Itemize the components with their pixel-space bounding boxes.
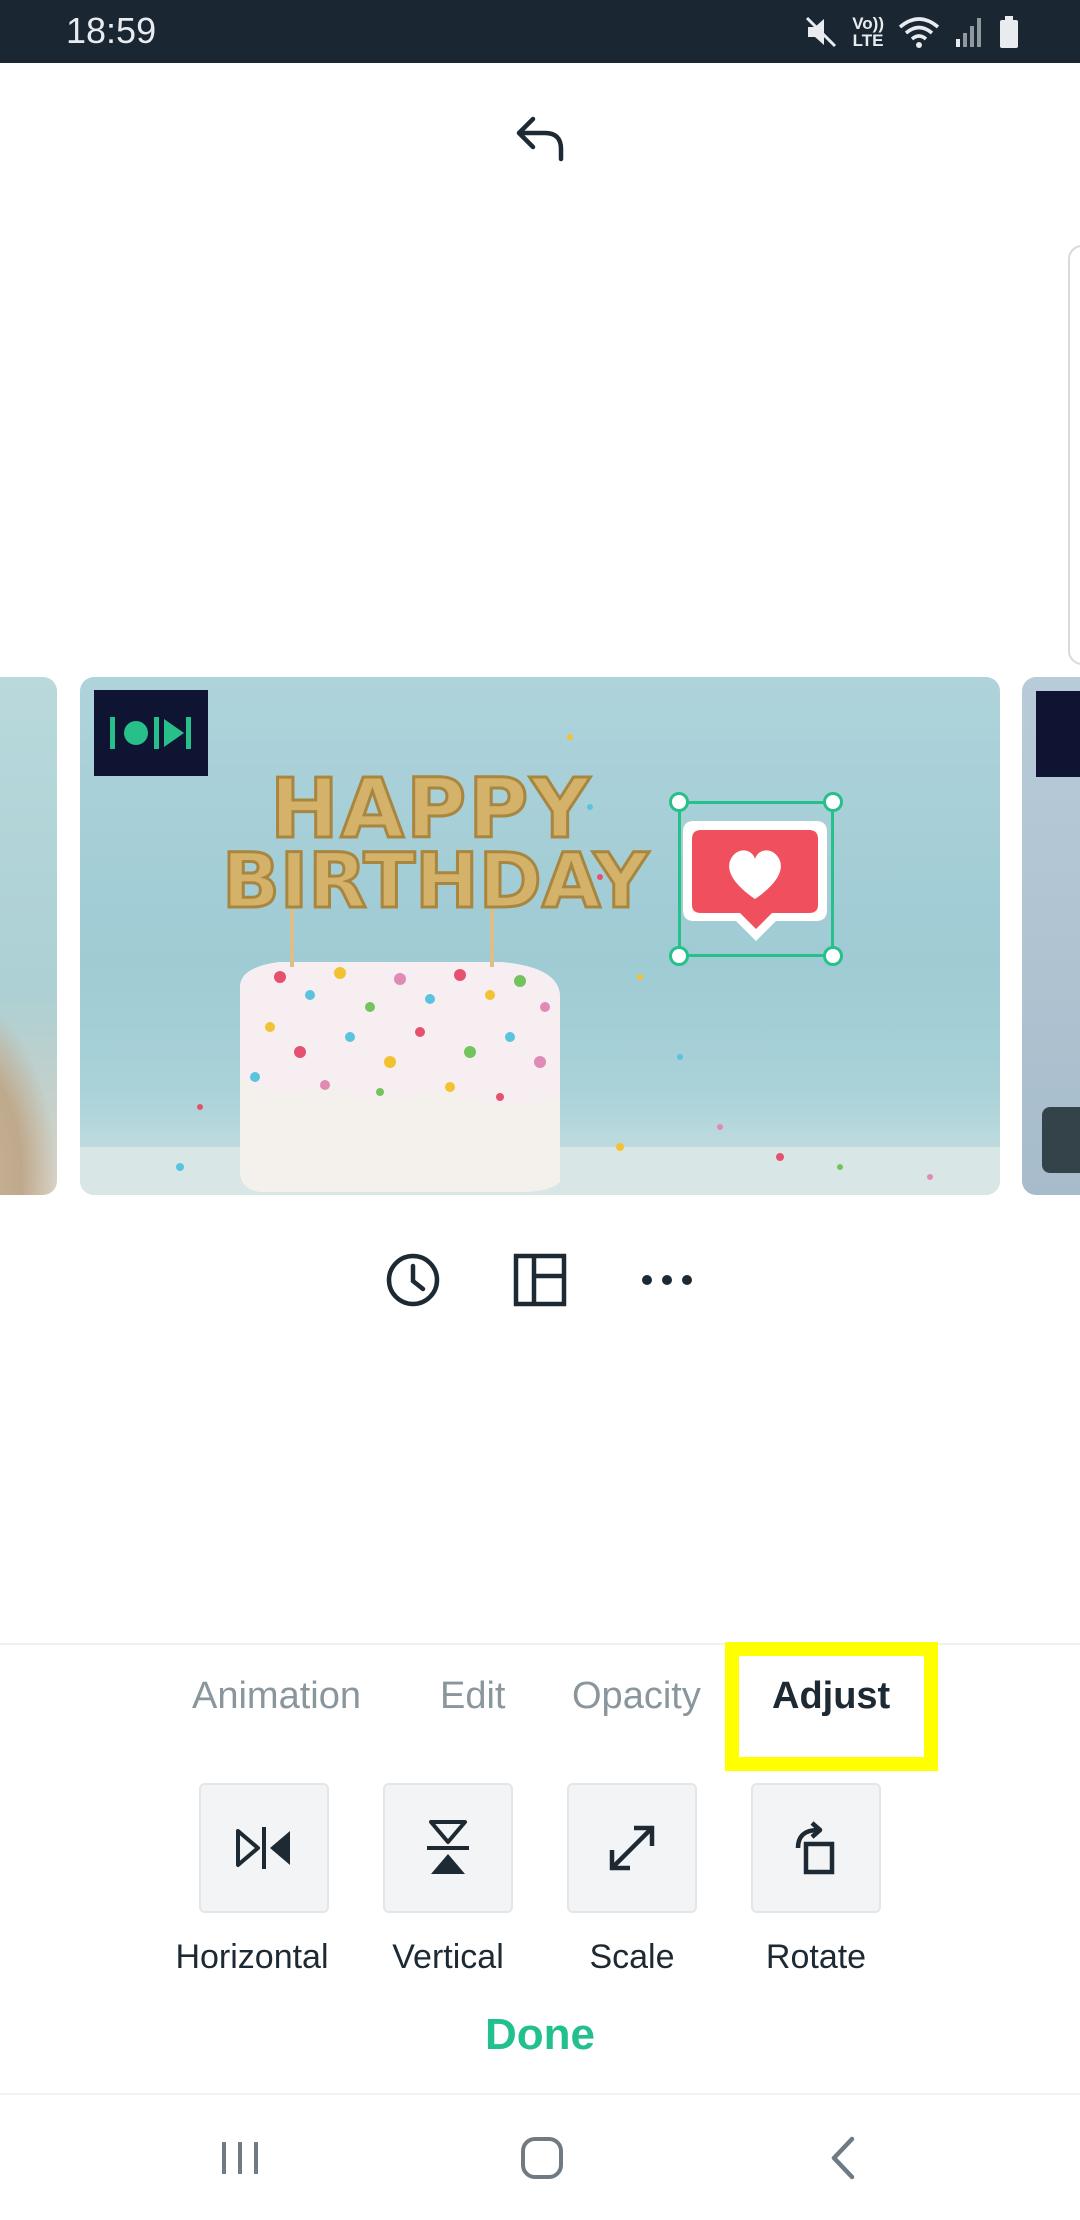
side-panel-handle[interactable] <box>1068 245 1080 665</box>
battery-icon <box>1000 16 1018 48</box>
status-icons: Vo)) LTE <box>804 10 1020 54</box>
flip-vertical-icon <box>427 1820 469 1874</box>
home-icon <box>521 2137 563 2179</box>
flip-horizontal-label: Horizontal <box>175 1938 329 1976</box>
layout-button[interactable] <box>505 1245 575 1315</box>
resize-handle-top-left[interactable] <box>669 792 689 812</box>
sticker-selection-box[interactable] <box>669 792 843 966</box>
recent-apps-button[interactable] <box>200 2123 280 2193</box>
back-button[interactable] <box>804 2123 884 2193</box>
scale-label: Scale <box>589 1938 675 1976</box>
top-toolbar <box>0 63 1080 213</box>
flip-horizontal-icon <box>236 1827 290 1869</box>
wifi-icon <box>898 17 940 48</box>
sticker-edit-panel: Animation Edit Opacity Adjust Horizontal <box>0 1642 1080 2093</box>
tab-opacity[interactable]: Opacity <box>572 1675 701 1723</box>
slide-current[interactable]: HAPPY BIRTHDAY <box>80 677 1000 1195</box>
volte-icon: Vo)) LTE <box>852 14 884 50</box>
status-time: 18:59 <box>66 10 157 51</box>
recent-apps-icon <box>222 2142 258 2174</box>
undo-icon <box>516 116 564 162</box>
happy-birthday-letters: HAPPY BIRTHDAY <box>221 761 651 927</box>
more-options-button[interactable] <box>632 1245 702 1315</box>
flip-vertical-label: Vertical <box>392 1938 504 1976</box>
rotate-icon <box>795 1821 835 1875</box>
clock-icon <box>386 1253 440 1307</box>
scale-button[interactable] <box>567 1783 697 1913</box>
more-icon <box>642 1275 692 1285</box>
mute-icon <box>806 16 837 48</box>
rotate-label: Rotate <box>765 1938 867 1976</box>
resize-handle-top-right[interactable] <box>823 792 843 812</box>
tab-adjust[interactable]: Adjust <box>772 1675 890 1723</box>
home-button[interactable] <box>502 2123 582 2193</box>
video-clip-badge[interactable] <box>94 690 208 776</box>
resize-handle-bottom-left[interactable] <box>669 946 689 966</box>
system-nav-bar <box>0 2093 1080 2220</box>
back-icon <box>831 2136 855 2180</box>
layout-icon <box>513 1253 567 1307</box>
flip-horizontal-tool[interactable]: Horizontal <box>159 1783 343 1983</box>
svg-text:BIRTHDAY: BIRTHDAY <box>222 836 649 925</box>
slide-next[interactable] <box>1022 677 1080 1195</box>
scale-icon <box>609 1825 655 1871</box>
done-button[interactable]: Done <box>440 2005 640 2065</box>
rotate-button[interactable] <box>751 1783 881 1913</box>
undo-button[interactable] <box>505 103 577 175</box>
adjust-tools: Horizontal Vertical Scale Rotate <box>0 1783 1080 1983</box>
flip-vertical-button[interactable] <box>383 1783 513 1913</box>
status-bar: 18:59 Vo)) LTE <box>0 0 1080 63</box>
flip-vertical-tool[interactable]: Vertical <box>343 1783 527 1983</box>
tab-animation[interactable]: Animation <box>192 1675 361 1723</box>
resize-handle-bottom-right[interactable] <box>823 946 843 966</box>
tab-edit[interactable]: Edit <box>440 1675 505 1723</box>
flip-horizontal-button[interactable] <box>199 1783 329 1913</box>
slide-actions <box>0 1245 1080 1315</box>
signal-icon <box>956 18 981 47</box>
slide-previous[interactable] <box>0 677 57 1195</box>
rotate-tool[interactable]: Rotate <box>711 1783 895 1983</box>
duration-button[interactable] <box>378 1245 448 1315</box>
video-clip-icon <box>110 717 191 749</box>
panel-tabs: Animation Edit Opacity Adjust <box>0 1642 1080 1771</box>
cake-image: HAPPY BIRTHDAY <box>80 734 1000 1195</box>
slide-carousel: HAPPY BIRTHDAY <box>0 677 1080 1195</box>
scale-tool[interactable]: Scale <box>527 1783 711 1983</box>
